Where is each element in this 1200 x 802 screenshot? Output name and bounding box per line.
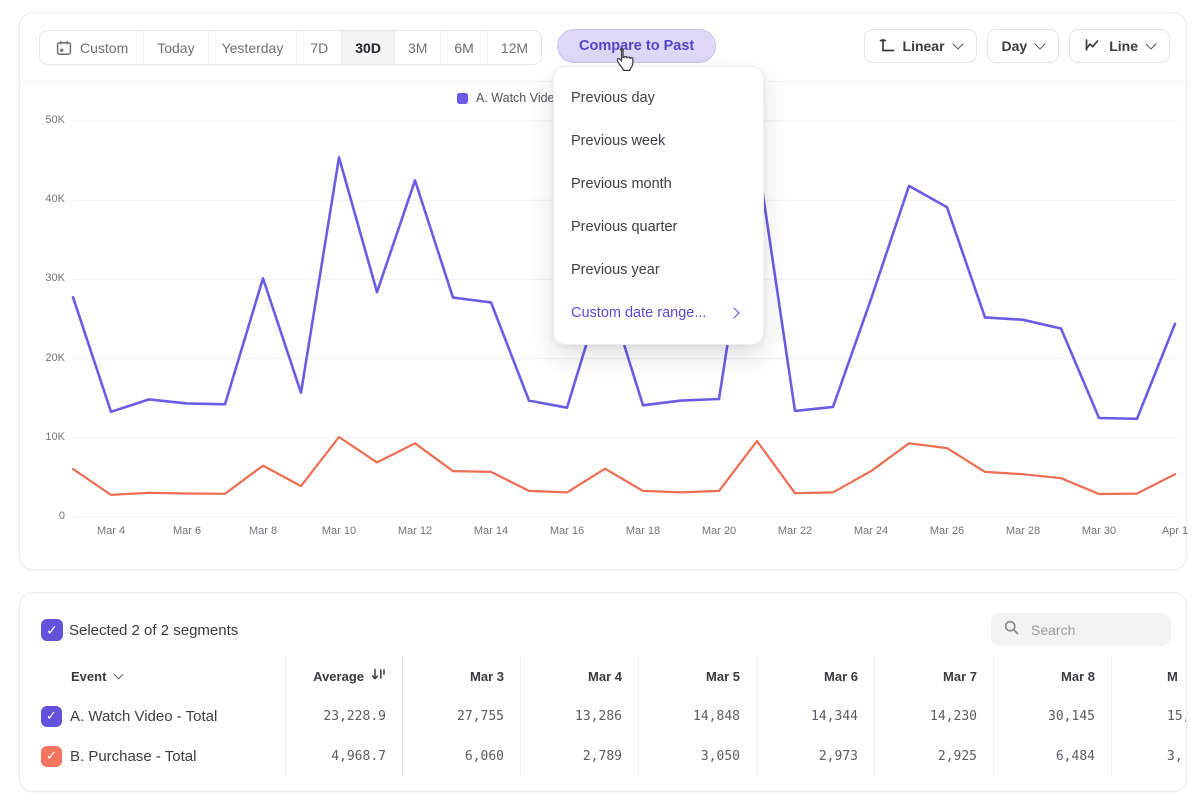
y-tick-label: 40K — [20, 193, 65, 205]
select-all-checkbox[interactable]: ✓ — [41, 619, 63, 641]
data-value: 14,848 — [638, 696, 756, 736]
data-value: 6,484 — [993, 736, 1111, 776]
column-header-date[interactable]: Mar 6 — [756, 656, 874, 696]
analytics-dashboard: CustomTodayYesterday7D30D3M6M12M Compare… — [0, 0, 1200, 802]
x-tick-label: Mar 6 — [157, 525, 217, 537]
x-tick-label: Mar 10 — [309, 525, 369, 537]
column-header-event[interactable]: Event — [70, 656, 285, 696]
compare-to-past-menu: Previous dayPrevious weekPrevious monthP… — [553, 66, 764, 345]
column-header-date[interactable]: Mar 8 — [993, 656, 1111, 696]
segments-table: Event Average Mar 3Mar 4Mar 5Mar 6Mar 7M… — [20, 656, 1187, 776]
menu-item-previous-day[interactable]: Previous day — [554, 76, 763, 119]
menu-item-previous-quarter[interactable]: Previous quarter — [554, 205, 763, 248]
y-tick-label: 20K — [20, 352, 65, 364]
row-checkbox-cell: ✓ — [20, 696, 70, 736]
y-tick-label: 50K — [20, 114, 65, 126]
event-name: A. Watch Video - Total — [70, 696, 285, 736]
data-value: 14,344 — [756, 696, 874, 736]
column-header-date[interactable]: Mar 7 — [874, 656, 993, 696]
data-value: 3, — [1111, 736, 1187, 776]
legend-label: A. Watch Video — [476, 91, 561, 105]
event-name: B. Purchase - Total — [70, 736, 285, 776]
y-tick-label: 10K — [20, 431, 65, 443]
x-tick-label: Mar 16 — [537, 525, 597, 537]
menu-item-previous-year[interactable]: Previous year — [554, 248, 763, 291]
menu-item-custom-date-range[interactable]: Custom date range... — [554, 291, 763, 334]
row-checkbox[interactable]: ✓ — [41, 706, 62, 727]
compare-menu-items: Previous dayPrevious weekPrevious monthP… — [554, 76, 763, 291]
selected-segments-label: Selected 2 of 2 segments — [69, 622, 238, 639]
series-line-purchase — [73, 437, 1175, 495]
chevron-down-icon — [114, 670, 124, 680]
data-value: 30,145 — [993, 696, 1111, 736]
row-checkbox-cell: ✓ — [20, 736, 70, 776]
average-value: 23,228.9 — [285, 696, 402, 736]
x-tick-label: Mar 22 — [765, 525, 825, 537]
x-tick-label: Mar 26 — [917, 525, 977, 537]
x-tick-label: Mar 28 — [993, 525, 1053, 537]
row-checkbox[interactable]: ✓ — [41, 746, 62, 767]
data-value: 15, — [1111, 696, 1187, 736]
x-tick-label: Mar 18 — [613, 525, 673, 537]
search-icon — [1003, 619, 1020, 641]
data-value: 2,925 — [874, 736, 993, 776]
chevron-right-icon — [728, 307, 739, 318]
x-tick-label: Mar 12 — [385, 525, 445, 537]
sort-descending-icon — [371, 668, 386, 684]
x-tick-label: Mar 24 — [841, 525, 901, 537]
menu-item-previous-week[interactable]: Previous week — [554, 119, 763, 162]
column-header-average[interactable]: Average — [285, 656, 402, 696]
search-box — [991, 613, 1171, 646]
data-value: 2,973 — [756, 736, 874, 776]
average-value: 4,968.7 — [285, 736, 402, 776]
data-value: 3,050 — [638, 736, 756, 776]
column-header-date[interactable]: Mar 5 — [638, 656, 756, 696]
segments-table-card: ✓ Selected 2 of 2 segments Event Average… — [19, 592, 1187, 792]
menu-item-previous-month[interactable]: Previous month — [554, 162, 763, 205]
x-tick-label: Mar 30 — [1069, 525, 1129, 537]
data-value: 13,286 — [520, 696, 638, 736]
column-header-date[interactable]: Mar 4 — [520, 656, 638, 696]
column-header-date[interactable]: Mar 3 — [402, 656, 520, 696]
header-spacer — [20, 656, 70, 696]
legend-item[interactable]: A. Watch Video — [457, 91, 561, 105]
y-tick-label: 30K — [20, 272, 65, 284]
data-value: 2,789 — [520, 736, 638, 776]
x-tick-label: Mar 20 — [689, 525, 749, 537]
search-input[interactable] — [1029, 621, 1159, 639]
y-tick-label: 0 — [20, 510, 65, 522]
x-tick-label: Mar 8 — [233, 525, 293, 537]
data-value: 27,755 — [402, 696, 520, 736]
data-value: 14,230 — [874, 696, 993, 736]
x-tick-label: Mar 14 — [461, 525, 521, 537]
x-tick-label: Mar 4 — [81, 525, 141, 537]
data-value: 6,060 — [402, 736, 520, 776]
column-header-date[interactable]: M — [1111, 656, 1187, 696]
x-tick-label: Apr 1 — [1145, 525, 1200, 537]
legend-swatch — [457, 93, 468, 104]
